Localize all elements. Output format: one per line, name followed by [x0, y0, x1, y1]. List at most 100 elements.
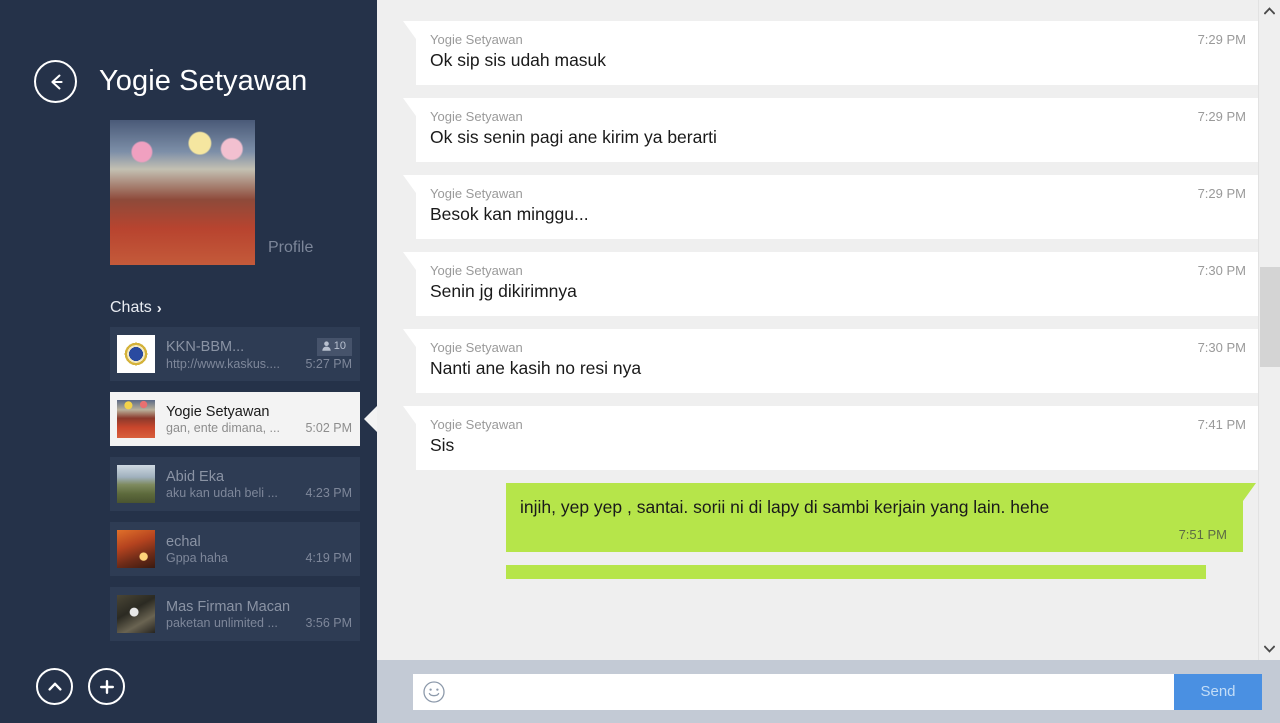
chat-item-text: Abid Eka aku kan udah beli ... 4:23 PM — [166, 469, 352, 500]
avatar — [117, 595, 155, 633]
profile-photo[interactable] — [110, 120, 255, 265]
chat-list-item-mas-firman-macan[interactable]: Mas Firman Macan paketan unlimited ... 3… — [110, 587, 360, 641]
message-time: 7:41 PM — [1197, 417, 1246, 432]
person-icon — [322, 341, 331, 351]
message-input[interactable] — [446, 674, 1174, 709]
chat-item-name: Abid Eka — [166, 468, 225, 485]
plus-icon — [99, 679, 114, 694]
message-row: Yogie Setyawan 7:29 PM Ok sis senin pagi… — [377, 98, 1280, 162]
chat-item-name: Yogie Setyawan — [166, 403, 270, 420]
message-row: injih, yep yep , santai. sorii ni di lap… — [377, 483, 1280, 552]
profile-photo-image — [110, 120, 255, 265]
smiley-icon[interactable] — [422, 680, 446, 704]
message-sender: Yogie Setyawan — [430, 32, 523, 47]
message-bubble-outgoing-partial[interactable] — [506, 565, 1206, 579]
chat-item-snippet: aku kan udah beli ... — [166, 485, 278, 500]
message-bubble-incoming[interactable]: Yogie Setyawan 7:30 PM Senin jg dikirimn… — [403, 252, 1264, 316]
message-text: injih, yep yep , santai. sorii ni di lap… — [520, 497, 1050, 517]
message-row: Yogie Setyawan 7:29 PM Besok kan minggu.… — [377, 175, 1280, 239]
chat-list: KKN-BBM... 10 http://www.kaskus.... 5:27… — [0, 327, 377, 641]
message-time: 7:29 PM — [1197, 109, 1246, 124]
avatar — [117, 465, 155, 503]
expand-up-button[interactable] — [36, 668, 73, 705]
chats-heading[interactable]: Chats › — [110, 299, 162, 317]
scrollbar-track[interactable] — [1259, 22, 1280, 638]
message-time: 7:30 PM — [1197, 340, 1246, 355]
message-time: 7:51 PM — [1178, 527, 1227, 542]
message-row: Yogie Setyawan 7:30 PM Nanti ane kasih n… — [377, 329, 1280, 393]
chat-item-snippet: http://www.kaskus.... — [166, 356, 280, 371]
chat-item-time: 3:56 PM — [305, 615, 352, 630]
message-row: Yogie Setyawan 7:30 PM Senin jg dikirimn… — [377, 252, 1280, 316]
message-bubble-incoming[interactable]: Yogie Setyawan 7:29 PM Ok sip sis udah m… — [403, 21, 1264, 85]
sidebar-bottom-actions — [36, 668, 125, 705]
chat-item-snippet: Gppa haha — [166, 550, 228, 565]
back-button[interactable] — [34, 60, 77, 103]
chat-item-text: Mas Firman Macan paketan unlimited ... 3… — [166, 599, 352, 630]
message-bubble-incoming[interactable]: Yogie Setyawan 7:29 PM Besok kan minggu.… — [403, 175, 1264, 239]
chat-app-window: Yogie Setyawan Profile Chats › KKN-BBM..… — [0, 0, 1280, 723]
chevron-right-icon: › — [156, 299, 162, 317]
chat-list-item-kkn-bbm[interactable]: KKN-BBM... 10 http://www.kaskus.... 5:27… — [110, 327, 360, 381]
message-bubble-outgoing[interactable]: injih, yep yep , santai. sorii ni di lap… — [506, 483, 1256, 552]
message-input-wrapper[interactable] — [413, 673, 1174, 710]
message-sender: Yogie Setyawan — [430, 109, 523, 124]
page-title: Yogie Setyawan — [99, 65, 308, 97]
scrollbar-thumb[interactable] — [1259, 267, 1280, 367]
chat-list-item-echal[interactable]: echal Gppa haha 4:19 PM — [110, 522, 360, 576]
members-badge: 10 — [316, 337, 352, 356]
message-time: 7:29 PM — [1197, 32, 1246, 47]
profile-row: Profile — [0, 120, 377, 265]
members-count: 10 — [333, 339, 346, 352]
message-bubble-incoming[interactable]: Yogie Setyawan 7:41 PM Sis — [403, 406, 1264, 470]
chat-item-name: Mas Firman Macan — [166, 598, 291, 615]
message-sender: Yogie Setyawan — [430, 186, 523, 201]
message-sender: Yogie Setyawan — [430, 263, 523, 278]
message-sender: Yogie Setyawan — [430, 417, 523, 432]
left-sidebar: Yogie Setyawan Profile Chats › KKN-BBM..… — [0, 0, 377, 723]
chat-list-item-abid-eka[interactable]: Abid Eka aku kan udah beli ... 4:23 PM — [110, 457, 360, 511]
chat-pane: Yogie Setyawan 7:29 PM Ok sip sis udah m… — [377, 0, 1280, 723]
chat-item-time: 5:02 PM — [305, 420, 352, 435]
message-sender: Yogie Setyawan — [430, 340, 523, 355]
scroll-up-icon — [1264, 7, 1275, 15]
message-row-partial — [377, 565, 1280, 579]
avatar — [117, 400, 155, 438]
chat-list-item-yogie-setyawan[interactable]: Yogie Setyawan gan, ente dimana, ... 5:0… — [110, 392, 377, 446]
chat-item-text: echal Gppa haha 4:19 PM — [166, 534, 352, 565]
scroll-down-icon — [1264, 645, 1275, 653]
message-row: Yogie Setyawan 7:29 PM Ok sip sis udah m… — [377, 21, 1280, 85]
selected-indicator-arrow — [364, 406, 377, 432]
message-list: Yogie Setyawan 7:29 PM Ok sip sis udah m… — [377, 0, 1280, 660]
message-bubble-incoming[interactable]: Yogie Setyawan 7:30 PM Nanti ane kasih n… — [403, 329, 1264, 393]
message-text: Senin jg dikirimnya — [430, 281, 577, 301]
chat-item-snippet: gan, ente dimana, ... — [166, 420, 280, 435]
message-text: Sis — [430, 435, 455, 455]
chat-item-text: Yogie Setyawan gan, ente dimana, ... 5:0… — [166, 404, 352, 435]
avatar — [117, 530, 155, 568]
back-arrow-icon — [50, 74, 63, 89]
chat-item-snippet: paketan unlimited ... — [166, 615, 278, 630]
chats-heading-label: Chats — [110, 299, 152, 316]
chat-item-name: KKN-BBM... — [166, 338, 245, 355]
chevron-up-icon — [47, 682, 62, 691]
message-time: 7:30 PM — [1197, 263, 1246, 278]
chat-item-text: KKN-BBM... 10 http://www.kaskus.... 5:27… — [166, 337, 352, 371]
message-time: 7:29 PM — [1197, 186, 1246, 201]
send-button[interactable]: Send — [1174, 673, 1262, 710]
message-row: Yogie Setyawan 7:41 PM Sis — [377, 406, 1280, 470]
message-text: Nanti ane kasih no resi nya — [430, 358, 642, 378]
scroll-down-button[interactable] — [1259, 638, 1280, 660]
add-button[interactable] — [88, 668, 125, 705]
message-composer: Send — [377, 660, 1280, 723]
chat-item-name: echal — [166, 533, 201, 550]
vertical-scrollbar[interactable] — [1258, 0, 1280, 660]
sidebar-header: Yogie Setyawan — [0, 0, 377, 110]
message-text: Ok sis senin pagi ane kirim ya berarti — [430, 127, 717, 147]
chat-item-time: 5:27 PM — [305, 356, 352, 371]
profile-label: Profile — [268, 239, 314, 256]
chat-item-time: 4:23 PM — [305, 485, 352, 500]
scroll-up-button[interactable] — [1259, 0, 1280, 22]
chat-item-time: 4:19 PM — [305, 550, 352, 565]
message-bubble-incoming[interactable]: Yogie Setyawan 7:29 PM Ok sis senin pagi… — [403, 98, 1264, 162]
